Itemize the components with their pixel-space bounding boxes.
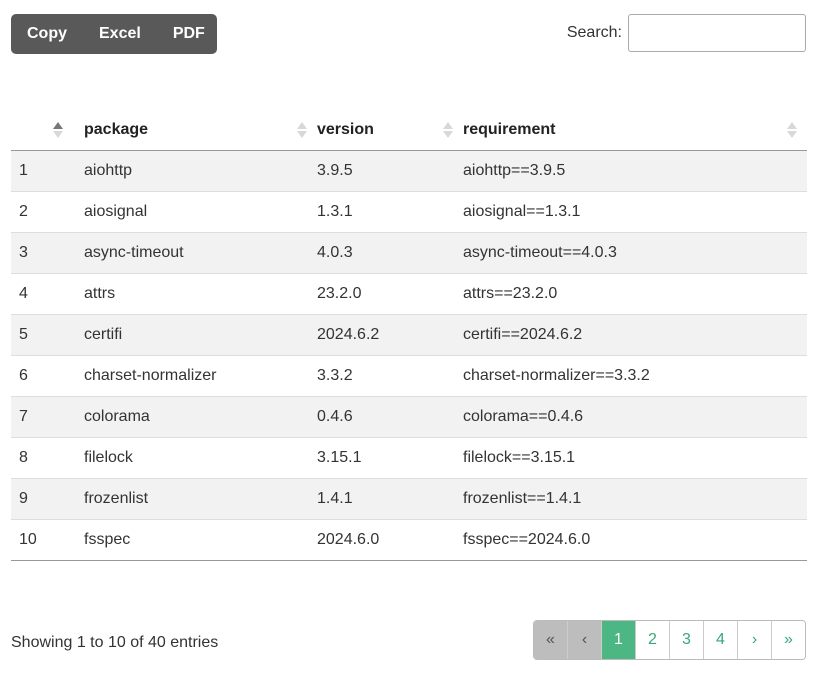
version-cell: 1.4.1 bbox=[317, 478, 463, 520]
version-cell: 2024.6.2 bbox=[317, 314, 463, 356]
version-cell: 4.0.3 bbox=[317, 232, 463, 274]
pagination: « ‹ 1 2 3 4 › » bbox=[533, 620, 806, 660]
version-cell: 2024.6.0 bbox=[317, 519, 463, 561]
version-cell: 0.4.6 bbox=[317, 396, 463, 438]
package-cell: attrs bbox=[84, 273, 317, 315]
row-index-cell: 2 bbox=[11, 191, 84, 233]
copy-button[interactable]: Copy bbox=[11, 14, 83, 54]
sort-icon bbox=[443, 122, 453, 140]
requirement-cell: aiohttp==3.9.5 bbox=[463, 150, 807, 192]
export-button-group: Copy Excel PDF bbox=[11, 14, 217, 54]
table-info: Showing 1 to 10 of 40 entries bbox=[11, 634, 219, 651]
row-index-cell: 1 bbox=[11, 150, 84, 192]
table-row[interactable]: 10 fsspec 2024.6.0 fsspec==2024.6.0 bbox=[11, 519, 807, 561]
package-cell: aiohttp bbox=[84, 150, 317, 192]
column-header-package-label: package bbox=[84, 121, 149, 138]
table-row[interactable]: 1 aiohttp 3.9.5 aiohttp==3.9.5 bbox=[11, 150, 807, 192]
table-row[interactable]: 7 colorama 0.4.6 colorama==0.4.6 bbox=[11, 396, 807, 438]
column-header-requirement[interactable]: requirement bbox=[463, 110, 807, 151]
search-box: Search: bbox=[567, 14, 806, 52]
package-cell: filelock bbox=[84, 437, 317, 479]
requirement-cell: certifi==2024.6.2 bbox=[463, 314, 807, 356]
row-index-cell: 9 bbox=[11, 478, 84, 520]
page-button-3[interactable]: 3 bbox=[670, 621, 704, 659]
row-index-cell: 5 bbox=[11, 314, 84, 356]
package-cell: frozenlist bbox=[84, 478, 317, 520]
package-cell: fsspec bbox=[84, 519, 317, 561]
requirement-cell: async-timeout==4.0.3 bbox=[463, 232, 807, 274]
packages-table: package version requirement 1 aiohttp 3.9.… bbox=[11, 110, 807, 561]
requirement-cell: filelock==3.15.1 bbox=[463, 437, 807, 479]
requirement-cell: colorama==0.4.6 bbox=[463, 396, 807, 438]
row-index-cell: 8 bbox=[11, 437, 84, 479]
package-cell: async-timeout bbox=[84, 232, 317, 274]
last-page-button[interactable]: » bbox=[772, 621, 805, 659]
requirement-cell: charset-normalizer==3.3.2 bbox=[463, 355, 807, 397]
previous-page-button[interactable]: ‹ bbox=[568, 621, 602, 659]
version-cell: 1.3.1 bbox=[317, 191, 463, 233]
requirement-cell: frozenlist==1.4.1 bbox=[463, 478, 807, 520]
package-cell: certifi bbox=[84, 314, 317, 356]
search-label: Search: bbox=[566, 24, 622, 41]
requirement-cell: fsspec==2024.6.0 bbox=[463, 519, 807, 561]
requirement-cell: attrs==23.2.0 bbox=[463, 273, 807, 315]
search-input[interactable] bbox=[628, 14, 806, 52]
package-cell: aiosignal bbox=[84, 191, 317, 233]
version-cell: 3.9.5 bbox=[317, 150, 463, 192]
excel-button[interactable]: Excel bbox=[83, 14, 157, 54]
table-row[interactable]: 3 async-timeout 4.0.3 async-timeout==4.0.3 bbox=[11, 232, 807, 274]
version-cell: 3.15.1 bbox=[317, 437, 463, 479]
first-page-button[interactable]: « bbox=[534, 621, 568, 659]
table-row[interactable]: 8 filelock 3.15.1 filelock==3.15.1 bbox=[11, 437, 807, 479]
table-row[interactable]: 5 certifi 2024.6.2 certifi==2024.6.2 bbox=[11, 314, 807, 356]
sort-ascending-icon bbox=[53, 122, 63, 140]
page-button-1[interactable]: 1 bbox=[602, 621, 636, 659]
row-index-cell: 7 bbox=[11, 396, 84, 438]
package-cell: colorama bbox=[84, 396, 317, 438]
version-cell: 3.3.2 bbox=[317, 355, 463, 397]
row-index-cell: 3 bbox=[11, 232, 84, 274]
table-row[interactable]: 9 frozenlist 1.4.1 frozenlist==1.4.1 bbox=[11, 478, 807, 520]
package-cell: charset-normalizer bbox=[84, 355, 317, 397]
column-header-package[interactable]: package bbox=[84, 110, 317, 151]
next-page-button[interactable]: › bbox=[738, 621, 772, 659]
page-button-2[interactable]: 2 bbox=[636, 621, 670, 659]
row-index-cell: 6 bbox=[11, 355, 84, 397]
table-row[interactable]: 2 aiosignal 1.3.1 aiosignal==1.3.1 bbox=[11, 191, 807, 233]
column-header-requirement-label: requirement bbox=[463, 121, 556, 138]
table-row[interactable]: 6 charset-normalizer 3.3.2 charset-normaliz… bbox=[11, 355, 807, 397]
column-header-index[interactable] bbox=[11, 110, 84, 151]
header-row: package version requirement bbox=[11, 110, 807, 151]
page-button-4[interactable]: 4 bbox=[704, 621, 738, 659]
column-header-version[interactable]: version bbox=[317, 110, 463, 151]
table-row[interactable]: 4 attrs 23.2.0 attrs==23.2.0 bbox=[11, 273, 807, 315]
pdf-button[interactable]: PDF bbox=[157, 14, 221, 54]
sort-icon bbox=[787, 122, 797, 140]
requirement-cell: aiosignal==1.3.1 bbox=[463, 191, 807, 233]
sort-icon bbox=[297, 122, 307, 140]
column-header-version-label: version bbox=[317, 121, 374, 138]
row-index-cell: 10 bbox=[11, 519, 84, 561]
version-cell: 23.2.0 bbox=[317, 273, 463, 315]
row-index-cell: 4 bbox=[11, 273, 84, 315]
